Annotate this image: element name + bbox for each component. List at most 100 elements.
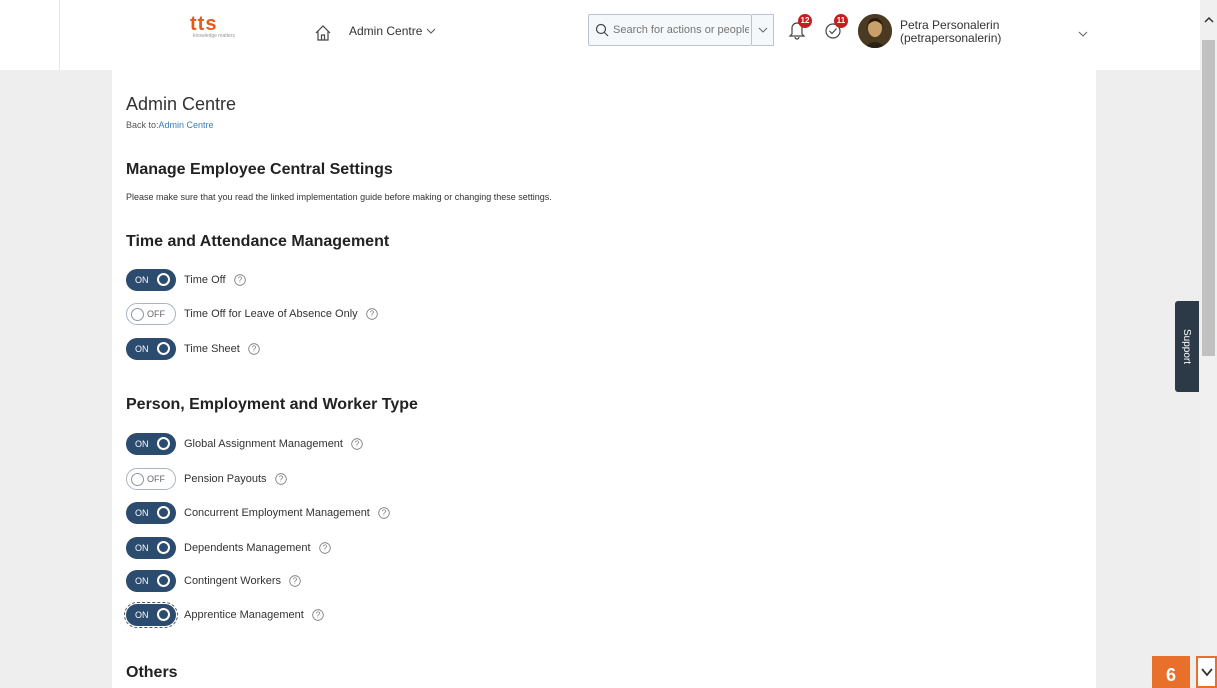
svg-text:?: ? [355, 440, 360, 449]
setting-label: Time Off [184, 274, 226, 286]
svg-text:?: ? [369, 310, 374, 319]
top-header: tts knowledge matters Admin Centre 12 11… [0, 0, 1200, 70]
admin-centre-menu[interactable]: Admin Centre [349, 24, 436, 38]
help-icon[interactable]: ? [274, 473, 287, 485]
breadcrumb: Back to:Admin Centre [126, 120, 214, 130]
logo-text: tts [190, 13, 218, 35]
toggle-state: ON [135, 439, 149, 449]
search-scope-dropdown[interactable] [752, 14, 774, 46]
scroll-thumb[interactable] [1202, 40, 1215, 356]
logo-tagline: knowledge matters [193, 33, 235, 39]
help-icon[interactable]: ? [312, 609, 324, 621]
global-assignment-toggle[interactable]: ON [126, 433, 176, 455]
help-icon[interactable]: ? [233, 274, 246, 286]
breadcrumb-prefix: Back to: [126, 120, 159, 130]
concurrent-employment-toggle[interactable]: ON [126, 502, 176, 524]
company-logo[interactable]: tts knowledge matters [190, 14, 240, 54]
left-gutter [0, 70, 112, 688]
page-counter-badge: 6 [1152, 656, 1190, 688]
setting-label: Concurrent Employment Management [184, 507, 370, 519]
avatar[interactable] [858, 14, 892, 48]
chevron-down-icon [758, 27, 767, 33]
admin-centre-menu-label: Admin Centre [349, 24, 423, 38]
scroll-up-button[interactable] [1200, 0, 1217, 40]
toggle-knob [157, 608, 170, 621]
help-icon[interactable]: ? [351, 438, 363, 450]
tasks-badge: 11 [834, 14, 848, 28]
back-to-admin-centre-link[interactable]: Admin Centre [159, 120, 214, 130]
svg-text:?: ? [322, 544, 327, 553]
setting-label: Contingent Workers [184, 575, 282, 587]
user-menu-toggle[interactable] [1078, 26, 1088, 44]
toggle-state: OFF [147, 309, 165, 319]
user-login-id: (petrapersonalerin) [900, 31, 1002, 45]
settings-description: Please make sure that you read the linke… [126, 192, 552, 202]
toggle-state: ON [135, 610, 149, 620]
setting-row-apprentice: ON Apprentice Management ? [124, 602, 324, 628]
toggle-state: OFF [147, 474, 165, 484]
others-heading: Others [126, 664, 178, 681]
time-off-loa-toggle[interactable]: OFF [126, 303, 176, 325]
time-off-toggle[interactable]: ON [126, 269, 176, 291]
person-employment-heading: Person, Employment and Worker Type [126, 396, 418, 413]
support-label: Support [1181, 328, 1193, 365]
user-menu[interactable]: Petra Personalerin (petrapersonalerin) [900, 19, 1001, 45]
toggle-state: ON [135, 508, 149, 518]
contingent-workers-toggle[interactable]: ON [126, 570, 176, 592]
chevron-up-icon [1203, 16, 1214, 23]
pension-payouts-toggle[interactable]: OFF [126, 468, 176, 490]
setting-row-concurrent-employment: ON Concurrent Employment Management ? [126, 502, 390, 524]
search-box[interactable] [588, 14, 752, 46]
support-tab[interactable]: Support [1175, 301, 1199, 392]
header-left-panel [0, 0, 60, 70]
help-icon[interactable]: ? [318, 542, 331, 554]
chevron-down-icon [1078, 31, 1088, 37]
setting-label: Time Sheet [184, 343, 240, 355]
help-icon[interactable]: ? [248, 343, 260, 355]
tasks-button[interactable]: 11 [824, 14, 848, 44]
setting-row-contingent-workers: ON Contingent Workers ? [126, 570, 301, 592]
toggle-knob [157, 437, 170, 450]
setting-label: Apprentice Management [184, 609, 304, 621]
help-icon[interactable]: ? [365, 308, 378, 320]
setting-row-dependents: ON Dependents Management ? [126, 537, 331, 559]
time-attendance-heading: Time and Attendance Management [126, 233, 390, 250]
setting-row-pension-payouts: OFF Pension Payouts ? [126, 468, 287, 490]
dependents-toggle[interactable]: ON [126, 537, 176, 559]
main-content: Admin Centre Back to:Admin Centre Manage… [112, 70, 1096, 688]
toggle-state: ON [135, 576, 149, 586]
toggle-knob [157, 506, 170, 519]
notifications-badge: 12 [798, 14, 812, 28]
svg-text:?: ? [293, 577, 298, 586]
toggle-knob [131, 473, 144, 486]
setting-label: Global Assignment Management [184, 438, 343, 450]
help-icon[interactable]: ? [289, 575, 301, 587]
scrollbar[interactable] [1200, 0, 1217, 688]
toggle-knob [157, 273, 170, 286]
chevron-down-icon [427, 28, 436, 34]
notifications-button[interactable]: 12 [788, 14, 812, 44]
apprentice-toggle[interactable]: ON [124, 602, 178, 628]
toggle-state: ON [135, 275, 149, 285]
search-icon [595, 23, 609, 37]
setting-row-time-sheet: ON Time Sheet ? [126, 338, 260, 360]
setting-label: Time Off for Leave of Absence Only [184, 308, 358, 320]
toggle-knob [131, 308, 144, 321]
svg-text:?: ? [382, 509, 387, 518]
help-icon[interactable]: ? [378, 507, 390, 519]
svg-text:?: ? [237, 276, 242, 285]
chevron-down-icon [1200, 668, 1213, 677]
toggle-state: ON [135, 543, 149, 553]
home-icon[interactable] [314, 24, 332, 42]
toggle-knob [157, 541, 170, 554]
scroll-down-button[interactable] [1196, 656, 1217, 688]
page-title: Admin Centre [126, 94, 237, 114]
setting-label: Pension Payouts [184, 473, 267, 485]
svg-text:?: ? [278, 475, 283, 484]
time-sheet-toggle[interactable]: ON [126, 338, 176, 360]
search-input[interactable] [609, 24, 749, 36]
settings-heading: Manage Employee Central Settings [126, 161, 393, 178]
toggle-state: ON [135, 344, 149, 354]
setting-row-global-assignment: ON Global Assignment Management ? [126, 433, 363, 455]
toggle-knob [157, 342, 170, 355]
